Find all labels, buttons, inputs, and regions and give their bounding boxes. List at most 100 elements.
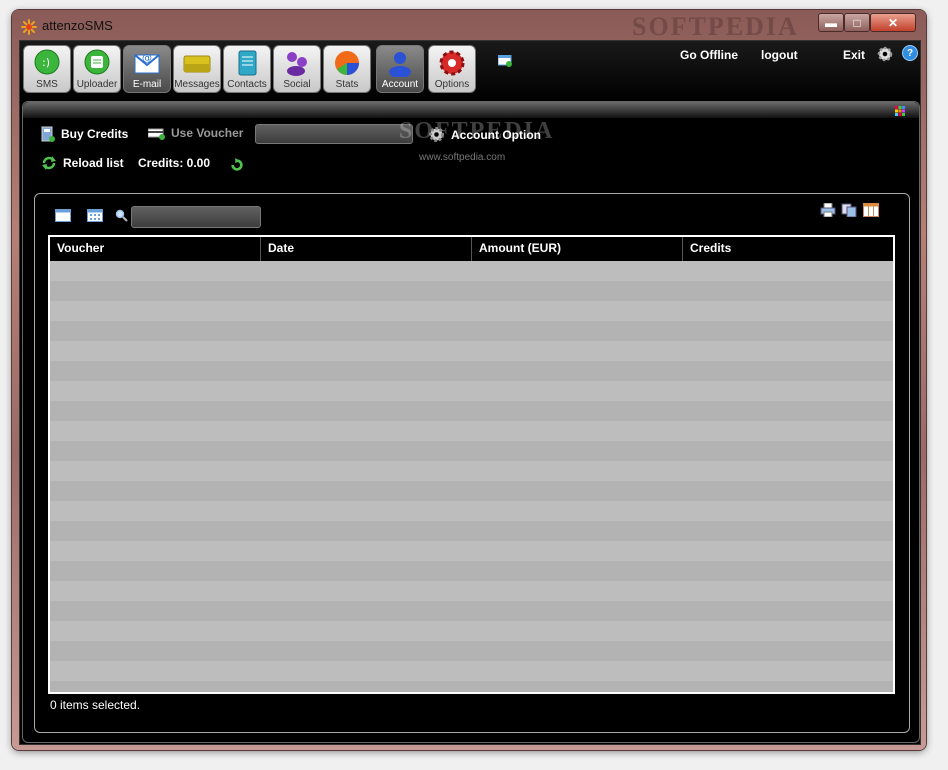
tab-label: Social <box>283 79 311 90</box>
tab-messages[interactable]: Messages <box>173 45 221 93</box>
email-envelope-icon: @ <box>134 53 160 74</box>
reload-list-button[interactable]: Reload list <box>41 155 124 171</box>
selection-status: 0 items selected. <box>50 698 141 712</box>
empty-row <box>50 681 893 692</box>
column-header-date[interactable]: Date <box>261 237 472 261</box>
tab-social[interactable]: Social <box>273 45 321 93</box>
empty-row <box>50 661 893 681</box>
window-title: attenzoSMS <box>42 18 113 33</box>
use-voucher-label: Use Voucher <box>171 126 244 140</box>
watermark: SOFTPEDIA <box>632 12 799 41</box>
voucher-icon <box>148 128 165 140</box>
voucher-list-box: Voucher Date Amount (EUR) Credits 0 item… <box>34 193 910 733</box>
reload-list-label: Reload list <box>63 156 124 170</box>
tab-uploader[interactable]: Uploader <box>73 45 121 93</box>
window-tool-icon[interactable] <box>498 55 512 67</box>
empty-row <box>50 301 893 321</box>
tab-label: Uploader <box>76 79 118 90</box>
column-header-amount[interactable]: Amount (EUR) <box>472 237 683 261</box>
tab-label: SMS <box>36 79 58 90</box>
go-offline-link[interactable]: Go Offline <box>680 48 738 62</box>
tab-sms[interactable]: :) SMS <box>23 45 71 93</box>
tab-email[interactable]: @ E-mail <box>123 45 171 93</box>
buy-credits-label: Buy Credits <box>61 127 129 141</box>
grid-menu-icon[interactable] <box>895 106 905 116</box>
voucher-table: Voucher Date Amount (EUR) Credits <box>48 235 895 694</box>
empty-row <box>50 641 893 661</box>
minimize-button[interactable]: ▬ <box>818 13 844 32</box>
empty-row <box>50 321 893 341</box>
settings-gear-icon[interactable] <box>877 46 893 62</box>
svg-text::): :) <box>42 56 50 69</box>
print-icon[interactable] <box>820 203 836 217</box>
buy-credits-button[interactable]: Buy Credits <box>41 126 128 142</box>
credits-balance: Credits: 0.00 <box>138 156 211 170</box>
column-header-credits[interactable]: Credits <box>683 237 893 261</box>
tab-label: Options <box>434 79 470 90</box>
empty-row <box>50 481 893 501</box>
empty-row <box>50 261 893 281</box>
account-option-button[interactable]: Account Option <box>428 126 541 143</box>
panel-header <box>23 102 919 118</box>
tab-contacts[interactable]: Contacts <box>223 45 271 93</box>
search-input[interactable] <box>131 206 261 228</box>
columns-icon[interactable] <box>863 203 879 217</box>
refresh-credits-icon[interactable] <box>230 158 244 172</box>
buy-credits-icon <box>41 126 55 142</box>
tab-label: Contacts <box>227 79 267 90</box>
copy-icon[interactable] <box>841 203 857 217</box>
uploader-icon <box>84 49 110 75</box>
tab-label: Stats <box>335 79 359 90</box>
tab-options[interactable]: Options <box>428 45 476 93</box>
account-user-icon <box>389 52 411 77</box>
maximize-button[interactable]: □ <box>844 13 870 32</box>
empty-row <box>50 341 893 361</box>
app-logo-icon <box>21 19 37 35</box>
close-button[interactable]: ✕ <box>870 13 916 32</box>
empty-row <box>50 441 893 461</box>
empty-row <box>50 621 893 641</box>
empty-row <box>50 461 893 481</box>
svg-text:@: @ <box>142 53 152 64</box>
sms-bubble-icon: :) <box>34 49 60 75</box>
search-icon <box>115 209 128 222</box>
client-area: :) SMS Uploader @ E-mail Messages Contac… <box>19 40 921 745</box>
empty-row <box>50 361 893 381</box>
calendar-icon[interactable] <box>87 209 103 222</box>
empty-row <box>50 421 893 441</box>
use-voucher-button[interactable]: Use Voucher <box>148 126 243 140</box>
contacts-book-icon <box>238 50 257 76</box>
table-body[interactable] <box>50 261 893 692</box>
tab-label: E-mail <box>132 79 162 90</box>
help-icon[interactable]: ? <box>902 45 918 61</box>
empty-row <box>50 281 893 301</box>
account-option-gear-icon <box>429 127 444 142</box>
exit-link[interactable]: Exit <box>843 48 865 62</box>
main-toolbar: :) SMS Uploader @ E-mail Messages Contac… <box>20 41 920 101</box>
logout-link[interactable]: logout <box>761 48 798 62</box>
account-option-label: Account Option <box>451 127 541 142</box>
app-window: attenzoSMS SOFTPEDIA ▬ □ ✕ :) SMS Upload… <box>12 10 926 750</box>
empty-row <box>50 541 893 561</box>
messages-icon <box>183 55 211 73</box>
voucher-code-input[interactable] <box>255 124 413 144</box>
empty-row <box>50 561 893 581</box>
title-bar[interactable]: attenzoSMS SOFTPEDIA ▬ □ ✕ <box>12 10 926 42</box>
options-gear-icon <box>439 50 465 76</box>
tab-label: Messages <box>174 79 220 90</box>
view-window-icon[interactable] <box>55 209 71 222</box>
tab-label: Account <box>381 79 419 90</box>
table-header: Voucher Date Amount (EUR) Credits <box>50 237 893 261</box>
account-panel: Buy Credits Use Voucher SOFTPEDIA Accoun… <box>22 101 920 743</box>
empty-row <box>50 581 893 601</box>
column-header-voucher[interactable]: Voucher <box>50 237 261 261</box>
social-people-icon <box>287 52 307 76</box>
tab-stats[interactable]: Stats <box>323 45 371 93</box>
empty-row <box>50 521 893 541</box>
tab-account[interactable]: Account <box>376 45 424 93</box>
reload-icon <box>42 156 56 170</box>
empty-row <box>50 501 893 521</box>
empty-row <box>50 601 893 621</box>
watermark-url: www.softpedia.com <box>419 152 506 163</box>
empty-row <box>50 381 893 401</box>
